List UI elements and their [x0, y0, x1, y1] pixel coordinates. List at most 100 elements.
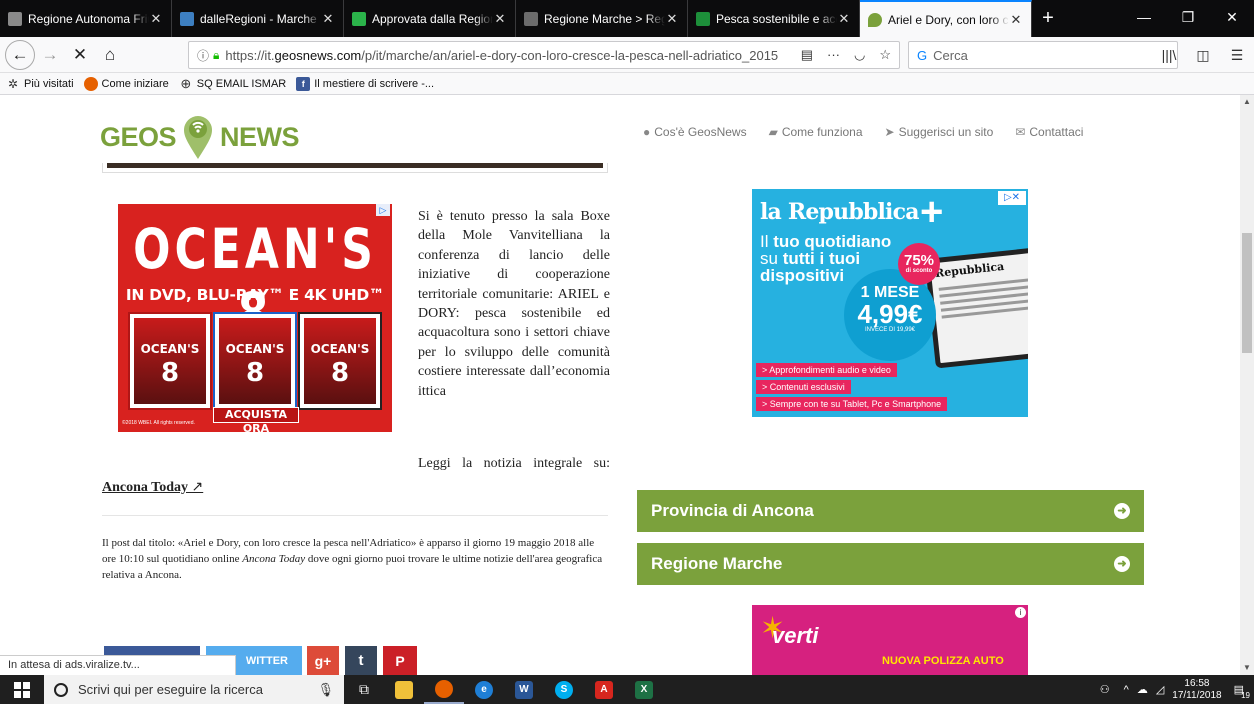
nav-suggest[interactable]: ➤ Suggerisci un sito — [885, 125, 994, 139]
tab-4[interactable]: Pesca sostenibile e acqu ✕ — [688, 0, 860, 37]
close-tab-icon[interactable]: ✕ — [149, 11, 163, 27]
excel-icon[interactable]: X — [624, 675, 664, 704]
search-input[interactable]: G Cerca — [908, 41, 1178, 69]
scroll-up-icon[interactable]: ▲ — [1240, 95, 1254, 109]
new-tab-button[interactable]: + — [1032, 0, 1064, 37]
post-info: Il post dal titolo: «Ariel e Dory, con l… — [102, 535, 610, 583]
stop-icon[interactable]: ✕ — [65, 40, 95, 70]
scrollbar-thumb[interactable] — [1242, 233, 1252, 353]
cover-number: 8 — [160, 358, 180, 388]
restore-icon[interactable]: ❐ — [1166, 0, 1210, 37]
discount-label: di sconto — [905, 268, 933, 274]
favicon-icon — [524, 11, 538, 26]
bookmark-sq-email[interactable]: ⊕ SQ EMAIL ISMAR — [179, 76, 287, 91]
url-text[interactable]: https://it.geosnews.com/p/it/marche/an/a… — [225, 48, 792, 63]
bookmark-star-icon[interactable]: ☆ — [879, 47, 891, 63]
word-icon[interactable]: W — [504, 675, 544, 704]
bookmark-getting-started[interactable]: Come iniziare — [83, 76, 169, 91]
nav-about[interactable]: ● Cos'è GeosNews — [643, 125, 747, 139]
network-icon[interactable]: ☁ — [1137, 683, 1148, 696]
book-icon: ▰ — [768, 125, 778, 139]
source-link[interactable]: Ancona Today ↗ — [102, 479, 203, 496]
taskbar-search-input[interactable]: Scrivi qui per eseguire la ricerca 🎙︎ — [44, 675, 344, 704]
url-bar[interactable]: ⓘ 🔒︎ https://it.geosnews.com/p/it/marche… — [188, 41, 900, 69]
page-actions-icon[interactable]: ··· — [827, 47, 840, 63]
verti-logo: verti — [772, 623, 819, 648]
file-explorer-icon[interactable] — [384, 675, 424, 704]
edge-icon[interactable]: e — [464, 675, 504, 704]
ad-info-icon[interactable]: i — [1015, 607, 1026, 618]
tab-5-active[interactable]: Ariel e Dory, con loro cre ✕ — [860, 0, 1032, 37]
reader-view-icon[interactable]: ▤ — [801, 47, 813, 63]
facebook-icon: f — [296, 76, 311, 91]
show-hidden-icons[interactable]: ^ — [1124, 684, 1129, 696]
buy-now-button[interactable]: ACQUISTA ORA — [213, 407, 299, 432]
wifi-icon[interactable]: ◿ — [1156, 683, 1164, 696]
geosnews-logo[interactable]: GEOS NEWS — [100, 115, 300, 159]
web-page: GEOS NEWS ● Cos'è GeosNews ▰ Come funziona… — [0, 95, 1240, 675]
pinterest-icon: P — [395, 653, 405, 669]
nav-contact[interactable]: ✉ Contattaci — [1015, 125, 1083, 139]
close-tab-icon[interactable]: ✕ — [493, 11, 507, 27]
cortana-icon — [54, 682, 68, 697]
read-more-text: Leggi la notizia integrale su: — [418, 456, 610, 471]
windows-start-button[interactable] — [0, 675, 44, 704]
firefox-taskbar-icon[interactable] — [424, 675, 464, 704]
tab-2[interactable]: Approvata dalla Regione ✕ — [344, 0, 516, 37]
map-pin-icon — [184, 116, 213, 159]
close-tab-icon[interactable]: ✕ — [837, 11, 851, 27]
category-label: Regione Marche — [651, 554, 783, 573]
task-view-icon[interactable]: ⧉ — [344, 675, 384, 704]
close-window-icon[interactable]: ✕ — [1210, 0, 1254, 37]
bookmark-most-visited[interactable]: ✲ Più visitati — [6, 77, 74, 91]
share-tumblr-button[interactable]: t — [345, 646, 377, 675]
tab-0[interactable]: Regione Autonoma Friuli ✕ — [0, 0, 172, 37]
verti-ad[interactable]: i ✶ verti NUOVA POLIZZA AUTO — [752, 605, 1028, 675]
forward-icon[interactable]: → — [35, 40, 65, 70]
close-tab-icon[interactable]: ✕ — [665, 11, 679, 27]
skype-icon[interactable]: S — [544, 675, 584, 704]
info-icon[interactable]: ⓘ — [197, 47, 209, 64]
ad-copyright: ©2018 WBEI. All rights reserved. — [122, 420, 195, 426]
home-icon[interactable]: ⌂ — [95, 40, 125, 70]
sidebar-icon[interactable]: ◫ — [1186, 41, 1220, 69]
category-label: Provincia di Ancona — [651, 501, 814, 520]
category-provincia-ancona[interactable]: Provincia di Ancona ➜ — [637, 490, 1144, 532]
bookmark-label: SQ EMAIL ISMAR — [196, 77, 287, 90]
scroll-down-icon[interactable]: ▼ — [1240, 661, 1254, 675]
action-center-icon[interactable]: ▤ 19 — [1234, 683, 1250, 700]
tab-1[interactable]: dalleRegioni - Marche - ✕ — [172, 0, 344, 37]
url-domain: geosnews.com — [274, 47, 362, 63]
back-icon[interactable]: ← — [5, 39, 35, 70]
cover-title: OCEAN'S — [310, 342, 370, 356]
pocket-icon[interactable]: ◡ — [854, 47, 865, 63]
favicon-icon — [696, 11, 710, 26]
menu-icon[interactable]: ☰ — [1220, 41, 1254, 69]
close-tab-icon[interactable]: ✕ — [1009, 12, 1023, 28]
microphone-icon[interactable]: 🎙︎ — [317, 682, 334, 698]
url-tools: ▤ ··· ◡ ☆ — [801, 47, 891, 63]
library-icon[interactable]: |||\ — [1152, 41, 1186, 69]
nav-label: Cos'è GeosNews — [654, 125, 747, 139]
page-scrollbar[interactable]: ▲ ▼ — [1240, 95, 1254, 675]
envelope-icon: ✉ — [1015, 125, 1026, 139]
adchoices-icon[interactable]: ▷ — [376, 204, 390, 216]
nav-how-it-works[interactable]: ▰ Come funziona — [769, 125, 863, 139]
minimize-icon[interactable]: — — [1122, 0, 1166, 37]
oceans8-ad[interactable]: ▷ OCEAN'S 8 IN DVD, BLU-RAY™ E 4K UHD™ O… — [118, 204, 392, 432]
repubblica-ad[interactable]: ▷✕ la Repubblica + Il tuo quotidiano su … — [752, 189, 1028, 417]
share-pinterest-button[interactable]: P — [383, 646, 417, 675]
people-icon[interactable]: ⚇ — [1100, 683, 1110, 696]
category-regione-marche[interactable]: Regione Marche ➜ — [637, 543, 1144, 585]
clock[interactable]: 16:58 17/11/2018 — [1172, 678, 1221, 702]
bookmark-mestiere[interactable]: f Il mestiere di scrivere -... — [296, 76, 434, 91]
tab-3[interactable]: Regione Marche > Regio ✕ — [516, 0, 688, 37]
windows-logo-icon — [14, 681, 30, 698]
adchoices-close-icon[interactable]: ▷✕ — [998, 191, 1026, 205]
cover-number: 8 — [245, 358, 265, 388]
status-bar: In attesa di ads.viralize.tv... — [0, 655, 236, 675]
acrobat-icon[interactable]: A — [584, 675, 624, 704]
close-tab-icon[interactable]: ✕ — [321, 11, 335, 27]
share-gplus-button[interactable]: g+ — [307, 646, 339, 675]
cover-number: 8 — [330, 358, 350, 388]
